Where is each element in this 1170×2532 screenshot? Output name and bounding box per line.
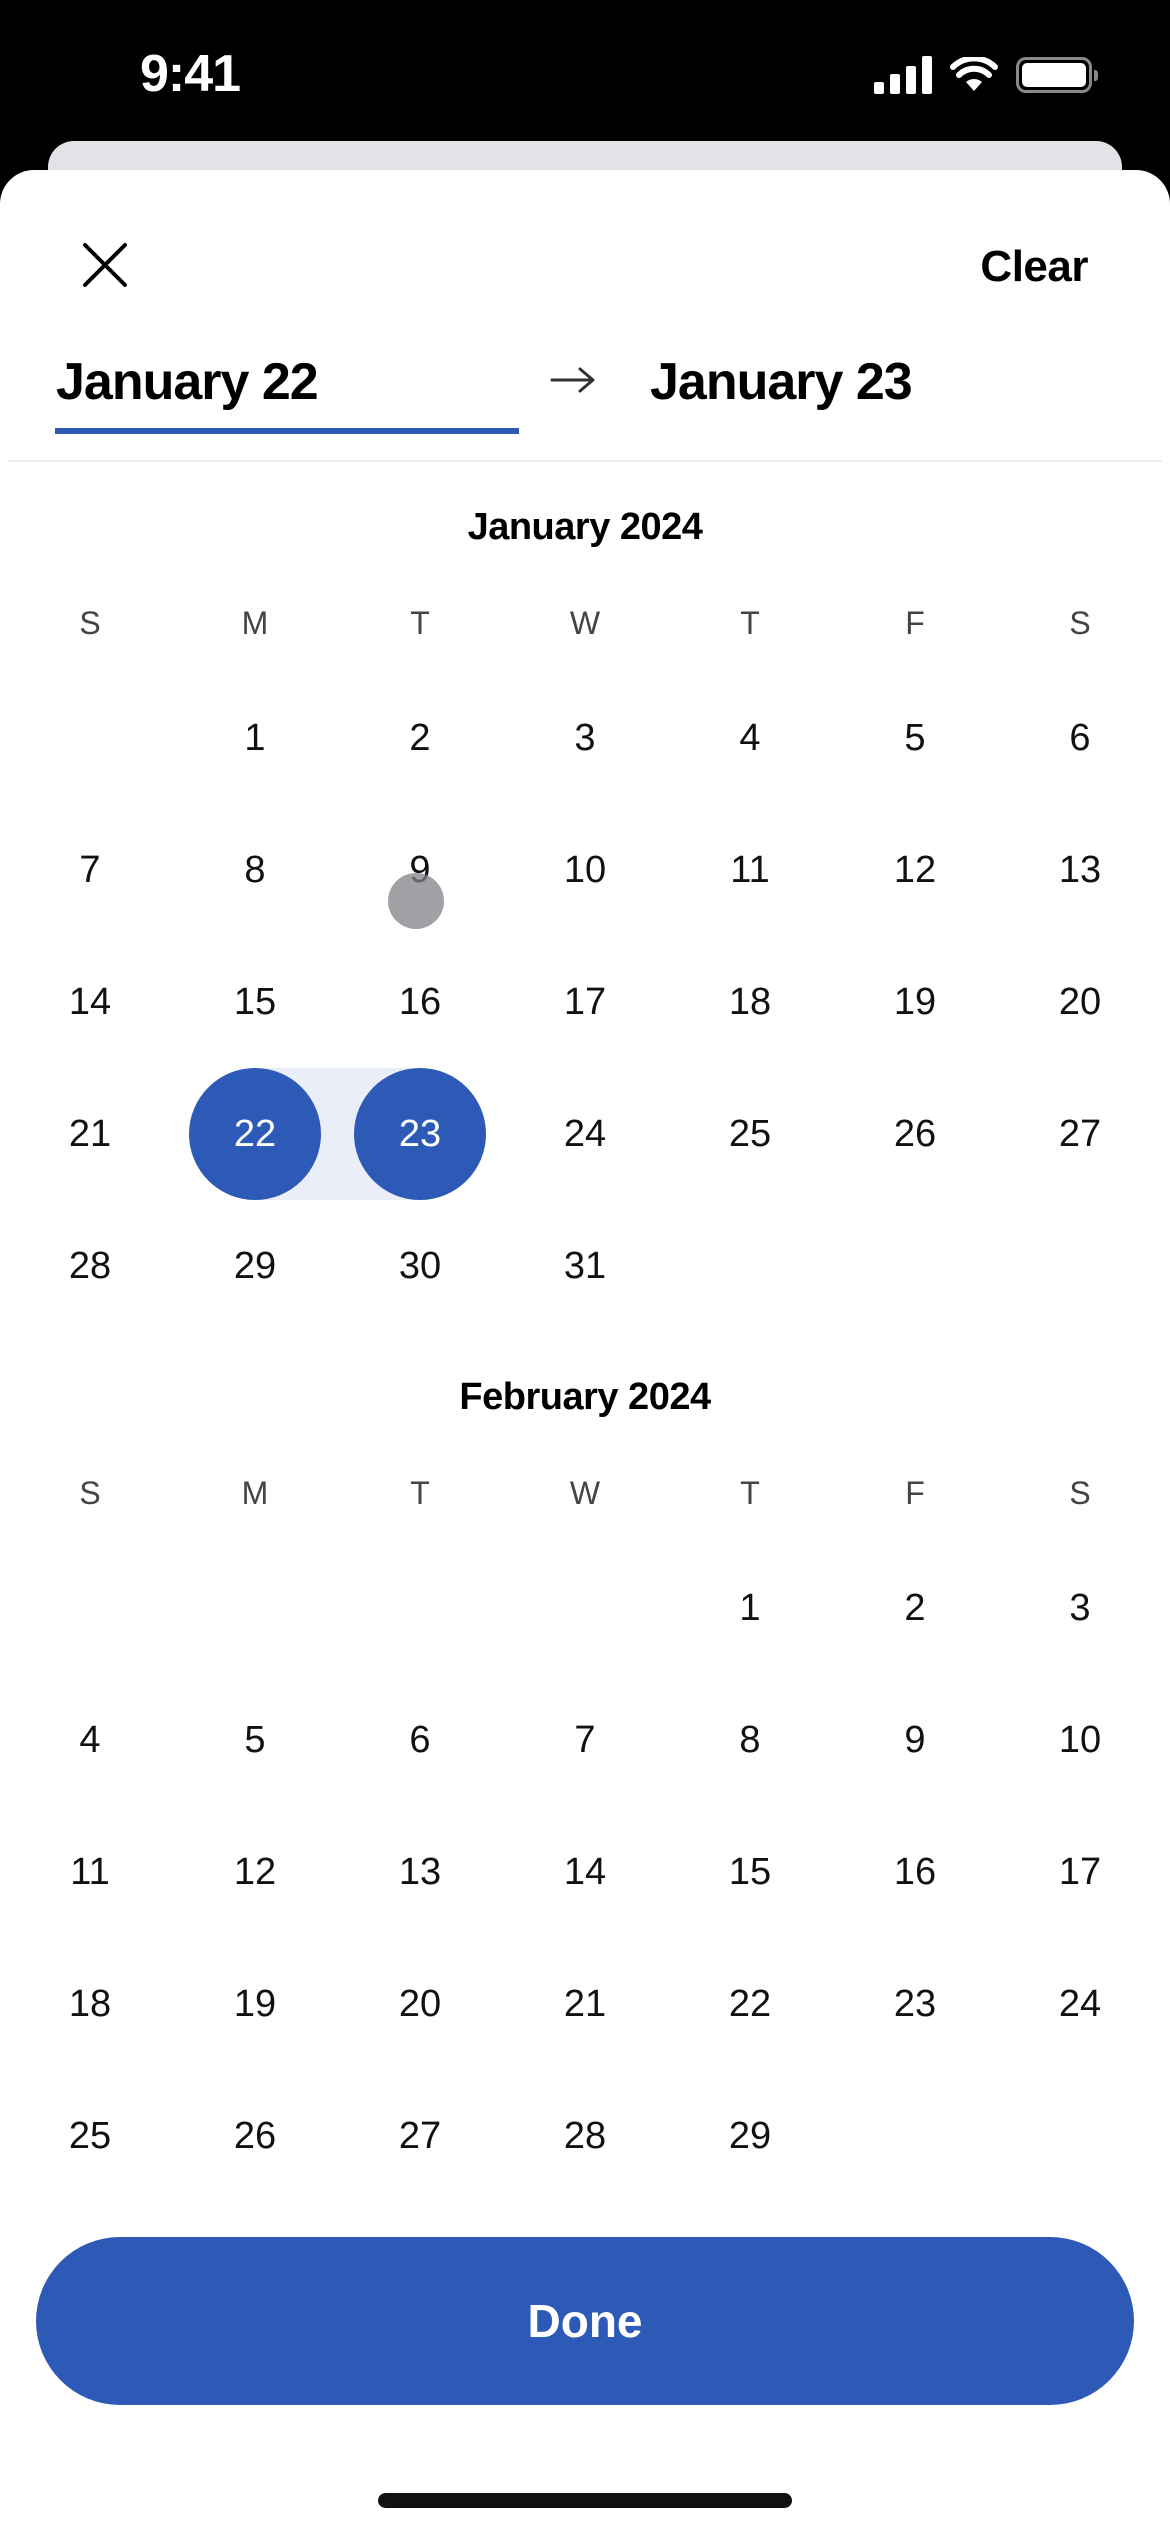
day-cell[interactable]: 6 (1014, 672, 1146, 804)
day-cell[interactable]: 30 (354, 1200, 486, 1332)
day-cell-selected[interactable]: 23 (354, 1068, 486, 1200)
home-indicator[interactable] (378, 2493, 792, 2508)
day-cell[interactable]: 17 (1014, 1806, 1146, 1938)
day-cell[interactable]: 24 (519, 1068, 651, 1200)
day-cell[interactable]: 6 (354, 1674, 486, 1806)
day-cell[interactable]: 20 (354, 1938, 486, 2070)
day-cell[interactable]: 5 (849, 672, 981, 804)
day-cell[interactable]: 13 (354, 1806, 486, 1938)
weekday-label: S (1069, 605, 1091, 641)
day-cell[interactable]: 18 (24, 1938, 156, 2070)
month-title: January 2024 (467, 506, 703, 548)
date-range-tabs: January 22 January 23 (0, 340, 1170, 460)
day-cell[interactable]: 26 (849, 1068, 981, 1200)
end-date-tab[interactable]: January 23 (650, 352, 913, 412)
day-cell[interactable]: 9 (849, 1674, 981, 1806)
weekday-label: T (740, 605, 760, 641)
day-cell[interactable]: 28 (519, 2070, 651, 2202)
weekday-label: T (410, 1475, 430, 1511)
done-button[interactable]: Done (36, 2237, 1134, 2405)
day-cell[interactable]: 2 (354, 672, 486, 804)
weekday-label: M (241, 1475, 269, 1511)
day-cell[interactable]: 19 (189, 1938, 321, 2070)
day-cell[interactable]: 13 (1014, 804, 1146, 936)
status-icons (874, 56, 1098, 94)
clear-button[interactable]: Clear (980, 242, 1088, 292)
day-cell[interactable]: 11 (684, 804, 816, 936)
day-cell[interactable]: 8 (684, 1674, 816, 1806)
arrow-right-icon (550, 367, 595, 393)
day-cell[interactable]: 21 (519, 1938, 651, 2070)
day-cell[interactable]: 26 (189, 2070, 321, 2202)
divider (8, 460, 1162, 462)
day-cell[interactable]: 12 (189, 1806, 321, 1938)
start-date-tab[interactable]: January 22 (56, 352, 319, 412)
day-cell[interactable]: 25 (24, 2070, 156, 2202)
day-cell[interactable]: 12 (849, 804, 981, 936)
day-cell[interactable]: 21 (24, 1068, 156, 1200)
day-cell[interactable]: 16 (354, 936, 486, 1068)
day-cell[interactable]: 20 (1014, 936, 1146, 1068)
day-cell[interactable]: 2 (849, 1542, 981, 1674)
day-cell[interactable]: 14 (519, 1806, 651, 1938)
day-cell[interactable]: 4 (684, 672, 816, 804)
day-cell[interactable]: 15 (684, 1806, 816, 1938)
day-cell[interactable]: 28 (24, 1200, 156, 1332)
day-cell[interactable]: 27 (1014, 1068, 1146, 1200)
day-cell[interactable]: 7 (519, 1674, 651, 1806)
day-cell[interactable]: 17 (519, 936, 651, 1068)
day-cell-selected[interactable]: 22 (189, 1068, 321, 1200)
weekday-label: T (740, 1475, 760, 1511)
wifi-icon (950, 57, 998, 91)
weekday-label: W (569, 605, 601, 641)
day-cell[interactable]: 3 (1014, 1542, 1146, 1674)
day-cell[interactable]: 7 (24, 804, 156, 936)
status-time: 9:41 (140, 45, 241, 103)
day-cell[interactable]: 10 (519, 804, 651, 936)
active-tab-indicator (55, 428, 519, 434)
close-icon (83, 243, 127, 287)
touch-indicator (388, 873, 444, 929)
battery-icon (1016, 57, 1098, 93)
day-cell[interactable]: 22 (684, 1938, 816, 2070)
day-cell[interactable]: 8 (189, 804, 321, 936)
day-cell[interactable]: 24 (1014, 1938, 1146, 2070)
day-cell[interactable]: 5 (189, 1674, 321, 1806)
day-cell[interactable]: 19 (849, 936, 981, 1068)
weekday-label: F (905, 1475, 925, 1511)
weekday-label: M (241, 605, 269, 641)
month-title: February 2024 (459, 1376, 711, 1418)
weekday-label: T (410, 605, 430, 641)
day-cell[interactable]: 31 (519, 1200, 651, 1332)
day-cell[interactable]: 23 (849, 1938, 981, 2070)
day-cell[interactable]: 1 (189, 672, 321, 804)
day-cell[interactable]: 10 (1014, 1674, 1146, 1806)
day-cell[interactable]: 4 (24, 1674, 156, 1806)
weekday-label: S (79, 605, 101, 641)
cellular-signal-icon (874, 56, 932, 94)
day-cell[interactable]: 14 (24, 936, 156, 1068)
day-cell[interactable]: 16 (849, 1806, 981, 1938)
day-cell[interactable]: 29 (684, 2070, 816, 2202)
weekday-label: W (569, 1475, 601, 1511)
close-button[interactable] (72, 232, 138, 298)
day-cell[interactable]: 1 (684, 1542, 816, 1674)
status-bar: 9:41 (0, 0, 1170, 140)
day-cell[interactable]: 11 (24, 1806, 156, 1938)
day-cell[interactable]: 3 (519, 672, 651, 804)
weekday-label: S (79, 1475, 101, 1511)
day-cell[interactable]: 15 (189, 936, 321, 1068)
weekday-label: F (905, 605, 925, 641)
day-cell[interactable]: 18 (684, 936, 816, 1068)
day-cell[interactable]: 27 (354, 2070, 486, 2202)
day-cell[interactable]: 29 (189, 1200, 321, 1332)
weekday-label: S (1069, 1475, 1091, 1511)
day-cell[interactable]: 25 (684, 1068, 816, 1200)
